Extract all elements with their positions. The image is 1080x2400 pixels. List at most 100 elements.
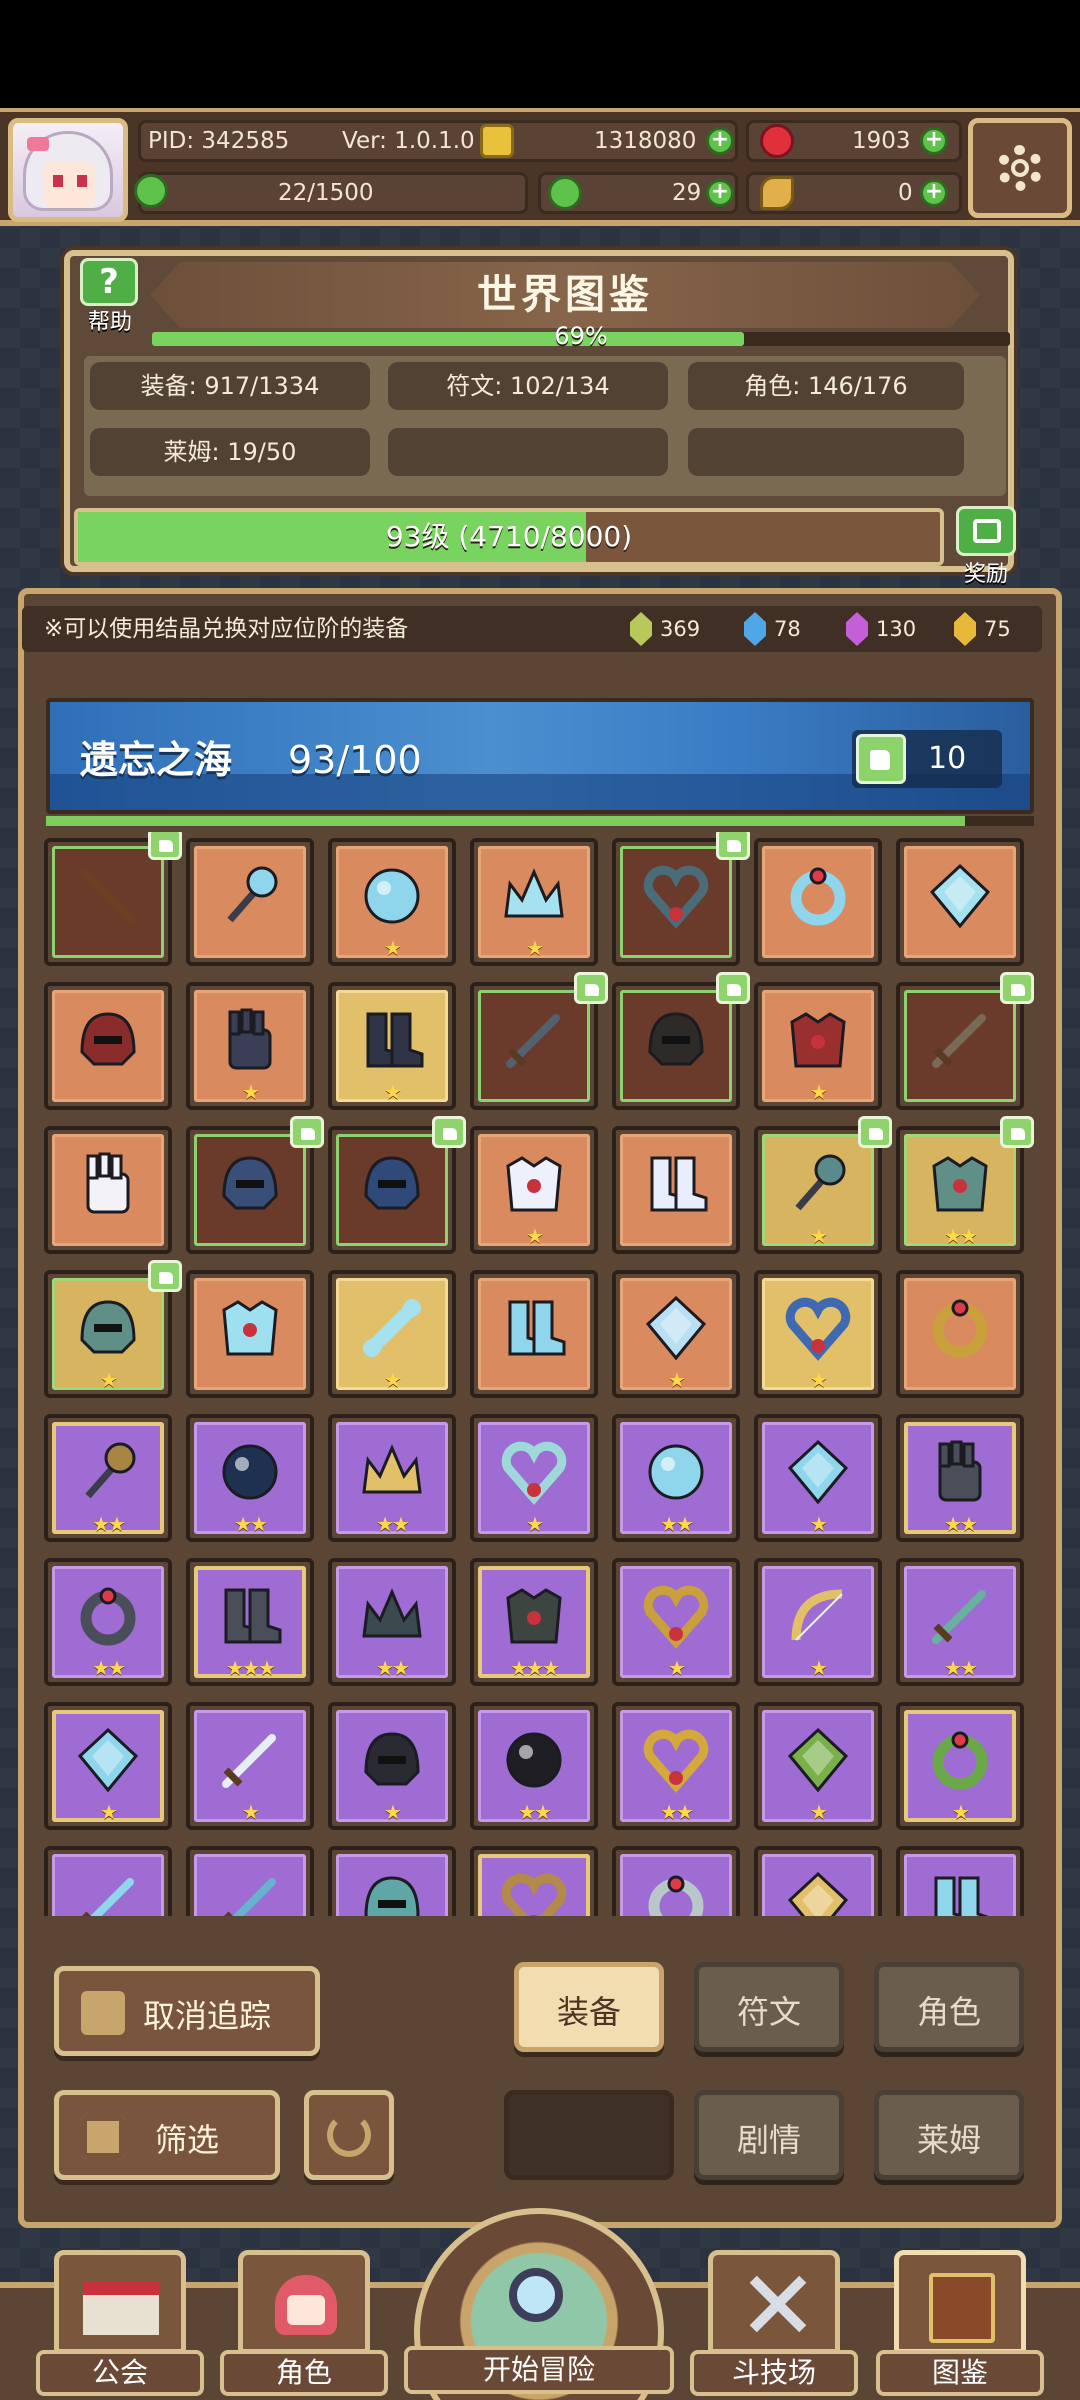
- tab-equip[interactable]: 装备: [514, 1962, 664, 2052]
- ice-boots-2-item[interactable]: [896, 1846, 1024, 1916]
- gold-blue-helm-item[interactable]: [328, 1116, 466, 1254]
- silver-necklace-item[interactable]: ★: [470, 1414, 598, 1542]
- filter-button[interactable]: 筛选: [54, 2090, 280, 2180]
- iron-glove-item[interactable]: ★★: [896, 1414, 1024, 1542]
- armor-icon: [932, 1156, 988, 1212]
- sword-icon: [932, 1590, 986, 1644]
- feather-helm-item[interactable]: ★: [328, 1702, 456, 1830]
- black-pendant-item[interactable]: ★★: [470, 1702, 598, 1830]
- white-armor-item[interactable]: ★: [470, 1126, 598, 1254]
- mace-item[interactable]: ★: [754, 1116, 892, 1254]
- filter-label: 筛选: [154, 2121, 219, 2159]
- untrack-button[interactable]: 取消追踪: [54, 1966, 320, 2056]
- ice-ring-item[interactable]: [754, 838, 882, 966]
- rusted-sword-item[interactable]: [896, 972, 1034, 1110]
- tab-rune[interactable]: 符文: [694, 1962, 844, 2052]
- white-glove-item[interactable]: [44, 1126, 172, 1254]
- dark-sword-item[interactable]: [470, 972, 608, 1110]
- diamond-amulet-item[interactable]: ★: [754, 1414, 882, 1542]
- star-rating: ★★: [376, 1656, 410, 1680]
- nav-role[interactable]: 角色: [220, 2250, 388, 2400]
- add-ruby-button[interactable]: +: [920, 127, 948, 155]
- ice-emblem-item[interactable]: ★: [612, 1270, 740, 1398]
- help-button[interactable]: ? 帮助: [74, 258, 146, 336]
- ice-wand-item[interactable]: [186, 838, 314, 966]
- teal-helm-item[interactable]: [328, 1846, 456, 1916]
- dark-crown-item[interactable]: ★★: [328, 1558, 456, 1686]
- nav-adventure[interactable]: 开始冒险: [404, 2208, 674, 2400]
- jade-helm-item[interactable]: ★: [44, 1260, 182, 1398]
- ice-bone-item[interactable]: ★: [328, 1270, 456, 1398]
- gold-crown-item[interactable]: ★★: [328, 1414, 456, 1542]
- ice-crown-item[interactable]: ★: [470, 838, 598, 966]
- add-gold-button[interactable]: +: [706, 127, 734, 155]
- silver-ring-item[interactable]: [612, 1846, 740, 1916]
- dark-boots-item[interactable]: ★: [328, 982, 456, 1110]
- staff-item[interactable]: [44, 832, 182, 966]
- scimitar-item[interactable]: ★: [186, 1702, 314, 1830]
- question-icon: ?: [80, 258, 138, 306]
- nav-atlas[interactable]: 图鉴: [876, 2250, 1044, 2400]
- jade-armor-item[interactable]: ★★: [896, 1116, 1034, 1254]
- ice-armor-item[interactable]: [186, 1270, 314, 1398]
- bronze-necklace-item[interactable]: [470, 1846, 598, 1916]
- item-grid: ★ ★ ★ ★ ★ ★ ★ ★★ ★ ★ ★ ★ ★★ ★★ ★★ ★ ★★ ★ ★★ ★★ ★★★ ★★ ★★★ ★ ★ ★★ ★…: [34, 832, 1046, 1916]
- ice-boots-item[interactable]: [470, 1270, 598, 1398]
- blue-helm-item[interactable]: [186, 1116, 324, 1254]
- zone-like-button[interactable]: [852, 730, 1002, 788]
- ruby-necklace-item[interactable]: ★: [612, 1558, 740, 1686]
- tracked-thumbs-up-icon: [290, 1116, 324, 1148]
- blue-spear-item[interactable]: [186, 1846, 314, 1916]
- nav-arena[interactable]: 斗技场: [690, 2250, 858, 2400]
- red-helm-item[interactable]: [44, 982, 172, 1110]
- ice-lantern-item[interactable]: ★: [44, 1702, 172, 1830]
- heart-icon: [643, 1585, 709, 1649]
- status-bar: PID: 342585 Ver: 1.0.1.0 1318080 + 1903 …: [0, 108, 1080, 226]
- scepter-item[interactable]: ★★: [44, 1414, 172, 1542]
- avatar[interactable]: [8, 118, 128, 222]
- white-boots-item[interactable]: [612, 1126, 740, 1254]
- jade-ring-item[interactable]: ★: [896, 1702, 1024, 1830]
- star-rating: ★: [668, 1656, 686, 1680]
- gem-icon: [787, 1439, 849, 1505]
- tracked-thumbs-up-icon: [716, 972, 750, 1004]
- version-text: Ver: 1.0.1.0: [342, 128, 475, 154]
- reset-button[interactable]: [304, 2090, 394, 2180]
- stat-empty: [388, 428, 668, 476]
- dark-orb-item[interactable]: ★★: [186, 1414, 314, 1542]
- level-text: 93级 (4710/8000): [385, 520, 633, 553]
- tab-slime[interactable]: 莱姆: [874, 2090, 1024, 2180]
- green-relic-item[interactable]: ★: [754, 1702, 882, 1830]
- sun-necklace-item[interactable]: ★★: [612, 1702, 740, 1830]
- gold-ring-item[interactable]: [896, 1270, 1024, 1398]
- star-rating: ★: [810, 1656, 828, 1680]
- iron-ring-item[interactable]: ★★: [44, 1558, 172, 1686]
- tab-story[interactable]: 剧情: [694, 2090, 844, 2180]
- add-clover-button[interactable]: +: [706, 179, 734, 207]
- gold-bow-item[interactable]: ★: [754, 1558, 882, 1686]
- help-label: 帮助: [87, 310, 132, 335]
- red-armor-item[interactable]: ★: [754, 982, 882, 1110]
- ice-crystal-item[interactable]: [896, 838, 1024, 966]
- heart-amulet-item[interactable]: [612, 832, 750, 966]
- gold-emblem-item[interactable]: [754, 1846, 882, 1916]
- star-rating: ★★: [944, 1512, 978, 1536]
- iron-boots-item[interactable]: ★★★: [186, 1558, 314, 1686]
- spear-item[interactable]: ★★: [896, 1558, 1024, 1686]
- blue-sword-item[interactable]: [44, 1846, 172, 1916]
- eye-armor-item[interactable]: ★★★: [470, 1558, 598, 1686]
- tab-role[interactable]: 角色: [874, 1962, 1024, 2052]
- reward-button[interactable]: 奖励: [950, 506, 1022, 587]
- ice-orb-item[interactable]: ★: [328, 838, 456, 966]
- wand-icon: [85, 1442, 136, 1499]
- settings-button[interactable]: [968, 118, 1072, 218]
- horned-helm-item[interactable]: [612, 972, 750, 1110]
- nav-guild[interactable]: 公会: [36, 2250, 204, 2400]
- gauntlet-item[interactable]: ★: [186, 982, 314, 1110]
- add-horn-button[interactable]: +: [920, 179, 948, 207]
- crown-icon: [504, 868, 564, 918]
- helm-icon: [222, 1156, 278, 1210]
- sapphire-necklace-item[interactable]: ★: [754, 1270, 882, 1398]
- crystal-ball-item[interactable]: ★★: [612, 1414, 740, 1542]
- helm-icon: [80, 1300, 136, 1354]
